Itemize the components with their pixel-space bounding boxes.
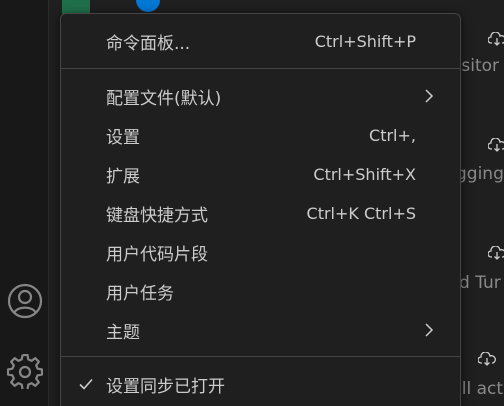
chevron-right-icon: [425, 89, 434, 103]
menu-item-keybinding: Ctrl+Shift+P: [314, 31, 416, 51]
menu-item-user-tasks[interactable]: 用户任务: [66, 273, 455, 309]
menu-item-user-snippets[interactable]: 用户代码片段: [66, 234, 455, 270]
background-text: ill act: [457, 379, 504, 399]
cloud-download-icon: [488, 246, 504, 260]
menu-item-extensions[interactable]: 扩展 Ctrl+Shift+X: [66, 156, 455, 192]
menu-item-keybinding: Ctrl+,: [369, 125, 416, 145]
menu-item-label: 设置同步已打开: [106, 376, 225, 397]
activity-bar: [0, 0, 49, 406]
menu-item-keybinding: Ctrl+Shift+X: [313, 164, 416, 184]
menu-separator: [61, 68, 460, 69]
cloud-download-icon: [488, 32, 504, 46]
cloud-download-icon: [478, 352, 496, 366]
chevron-right-icon: [425, 323, 434, 337]
menu-item-label: 扩展: [106, 166, 140, 187]
background-badge: [62, 0, 90, 14]
menu-item-settings[interactable]: 设置 Ctrl+,: [66, 117, 455, 153]
background-text: gging: [456, 164, 504, 184]
menu-item-settings-sync[interactable]: 设置同步已打开: [66, 366, 455, 402]
menu-separator: [61, 356, 460, 357]
background-text: d Tur: [459, 273, 501, 293]
cloud-download-icon: [488, 138, 504, 152]
menu-item-keyboard-shortcuts[interactable]: 键盘快捷方式 Ctrl+K Ctrl+S: [66, 195, 455, 231]
check-icon: [79, 378, 93, 390]
menu-item-label: 用户代码片段: [106, 244, 208, 265]
menu-item-command-palette[interactable]: 命令面板... Ctrl+Shift+P: [66, 23, 455, 59]
menu-item-label: 主题: [106, 322, 140, 343]
menu-item-label: 用户任务: [106, 283, 174, 304]
menu-item-label: 命令面板...: [106, 33, 191, 54]
accounts-icon[interactable]: [6, 282, 44, 320]
menu-item-label: 设置: [106, 127, 140, 148]
manage-context-menu: 命令面板... Ctrl+Shift+P 配置文件(默认) 设置 Ctrl+, …: [60, 13, 461, 406]
menu-item-keybinding: Ctrl+K Ctrl+S: [306, 203, 416, 223]
workbench: ositor gging d Tur ill act 命令面板... Ctrl+…: [0, 0, 504, 406]
gear-icon[interactable]: [6, 353, 44, 391]
menu-item-profiles[interactable]: 配置文件(默认): [66, 78, 455, 114]
menu-item-themes[interactable]: 主题: [66, 312, 455, 348]
menu-item-label: 配置文件(默认): [106, 88, 222, 109]
menu-item-label: 键盘快捷方式: [106, 205, 208, 226]
